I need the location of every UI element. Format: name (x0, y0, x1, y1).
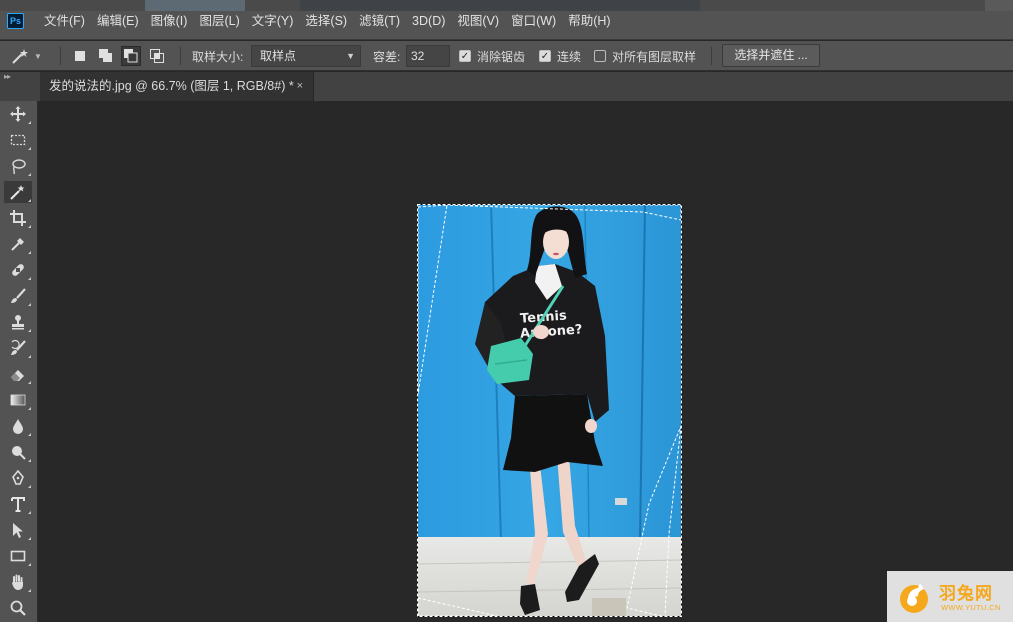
magic-wand-icon (12, 49, 28, 64)
menu-view[interactable]: 视图(V) (457, 12, 499, 30)
collapse-panel-icon[interactable]: ▸▸ (4, 72, 11, 81)
pen-tool[interactable] (4, 467, 32, 489)
menu-bar: Ps 文件(F) 编辑(E) 图像(I) 图层(L) 文字(Y) 选择(S) 滤… (0, 0, 1013, 40)
subtract-selection-icon (124, 49, 138, 63)
checkbox-checked-icon: ✓ (459, 50, 471, 62)
lasso-tool[interactable] (4, 155, 32, 177)
pen-icon (12, 469, 24, 485)
watermark-name: 羽兔网 (939, 584, 993, 604)
eraser-tool[interactable] (4, 363, 32, 385)
contiguous-checkbox[interactable]: ✓ 连续 (539, 41, 581, 71)
menu-help[interactable]: 帮助(H) (568, 12, 610, 30)
menu-type[interactable]: 文字(Y) (252, 12, 294, 30)
watermark-url: WWW.YUTU.CN (941, 603, 1001, 612)
gradient-tool[interactable] (4, 389, 32, 411)
options-bar: ▼ 取样大小: 取样点 ▼ 容差: 32 ✓ 消除锯齿 ✓ 连续 对所有图层取样… (0, 41, 1013, 71)
checkbox-unchecked-icon (594, 50, 606, 62)
menu-window[interactable]: 窗口(W) (511, 12, 556, 30)
checkbox-checked-icon: ✓ (539, 50, 551, 62)
intersect-selection-icon (150, 49, 164, 63)
blur-tool[interactable] (4, 415, 32, 437)
anti-alias-checkbox[interactable]: ✓ 消除锯齿 (459, 41, 525, 71)
magic-wand-icon (10, 185, 25, 200)
close-tab-icon[interactable]: × (297, 72, 303, 101)
window-top-strip (0, 0, 1013, 11)
contiguous-label: 连续 (557, 49, 582, 64)
photoshop-logo-icon[interactable]: Ps (7, 13, 24, 29)
menu-filter[interactable]: 滤镜(T) (359, 12, 400, 30)
history-brush-icon (11, 339, 26, 355)
hand-tool[interactable] (4, 571, 32, 593)
new-selection-icon (75, 51, 85, 61)
move-icon (10, 106, 26, 122)
document-tab-title: 发的说法的.jpg @ 66.7% (图层 1, RGB/8#) * (49, 79, 294, 93)
anti-alias-label: 消除锯齿 (477, 49, 526, 64)
menu-select[interactable]: 选择(S) (305, 12, 347, 30)
rectangle-icon (10, 550, 26, 562)
type-tool[interactable] (4, 493, 32, 515)
stamp-icon (12, 315, 24, 330)
document-canvas[interactable]: Tennis Anyone? (417, 204, 682, 617)
add-to-selection-button[interactable] (96, 46, 116, 66)
photo-image: Tennis Anyone? (417, 204, 682, 617)
history-brush-tool[interactable] (4, 337, 32, 359)
window-close-button[interactable] (985, 0, 1013, 11)
eyedropper-icon (11, 238, 24, 251)
gradient-icon (10, 394, 26, 406)
chevron-down-icon: ▼ (34, 51, 42, 61)
blur-drop-icon (13, 419, 23, 434)
sample-size-select[interactable]: 取样点 ▼ (251, 45, 361, 67)
type-icon (11, 497, 25, 512)
menu-layer[interactable]: 图层(L) (199, 12, 239, 30)
menu-items: 文件(F) 编辑(E) 图像(I) 图层(L) 文字(Y) 选择(S) 滤镜(T… (44, 12, 623, 30)
menu-file[interactable]: 文件(F) (44, 12, 85, 30)
dodge-tool[interactable] (4, 441, 32, 463)
eraser-icon (11, 370, 24, 381)
zoom-icon (10, 600, 26, 616)
tolerance-input[interactable]: 32 (406, 45, 450, 67)
tolerance-label: 容差: (373, 49, 401, 64)
lasso-icon (12, 159, 26, 175)
new-selection-button[interactable] (70, 46, 90, 66)
rectangle-tool[interactable] (4, 545, 32, 567)
eyedropper-tool[interactable] (4, 233, 32, 255)
brush-icon (11, 288, 26, 303)
add-selection-icon (99, 49, 112, 62)
rectangular-marquee-tool[interactable] (4, 129, 32, 151)
select-and-mask-button[interactable]: 选择并遮住 ... (722, 44, 820, 67)
crop-icon (10, 210, 26, 226)
brush-tool[interactable] (4, 285, 32, 307)
chevron-down-icon: ▼ (346, 51, 355, 61)
sample-all-layers-checkbox[interactable]: 对所有图层取样 (594, 41, 696, 71)
clone-stamp-tool[interactable] (4, 311, 32, 333)
menu-image[interactable]: 图像(I) (151, 12, 188, 30)
document-tab[interactable]: 发的说法的.jpg @ 66.7% (图层 1, RGB/8#) * × (40, 72, 314, 101)
crop-tool[interactable] (4, 207, 32, 229)
marquee-icon (10, 134, 26, 146)
path-selection-icon (13, 523, 23, 538)
subtract-from-selection-button[interactable] (121, 46, 141, 66)
move-tool[interactable] (4, 103, 32, 125)
menu-edit[interactable]: 编辑(E) (97, 12, 139, 30)
zoom-tool[interactable] (4, 597, 32, 619)
sample-all-layers-label: 对所有图层取样 (612, 49, 697, 64)
dodge-icon (12, 446, 26, 460)
tool-preset-picker[interactable]: ▼ (10, 41, 42, 71)
bandage-icon (12, 264, 24, 276)
toolbox (0, 101, 38, 622)
magic-wand-tool[interactable] (4, 181, 32, 203)
watermark: 羽兔网 WWW.YUTU.CN (887, 571, 1013, 622)
sample-size-label: 取样大小: (192, 49, 244, 64)
yutu-logo-icon (900, 583, 928, 613)
healing-brush-tool[interactable] (4, 259, 32, 281)
sample-size-value: 取样点 (260, 49, 297, 63)
path-selection-tool[interactable] (4, 519, 32, 541)
menu-3d[interactable]: 3D(D) (412, 12, 445, 30)
person-skirt (503, 394, 603, 472)
hand-icon (12, 574, 23, 590)
floor (417, 537, 682, 617)
intersect-selection-button[interactable] (147, 46, 167, 66)
